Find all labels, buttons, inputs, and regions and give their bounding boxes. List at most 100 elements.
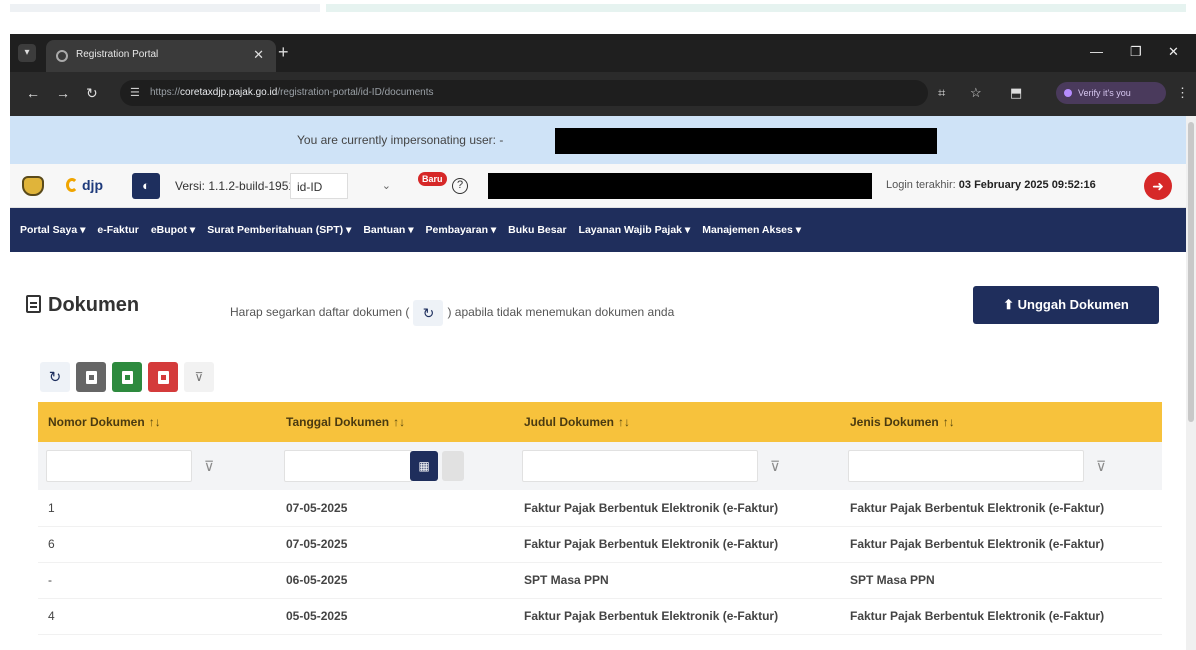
column-header-tanggal[interactable]: Tanggal Dokumen ↑↓ — [276, 402, 514, 442]
site-info-icon[interactable]: ☰ — [130, 86, 140, 99]
nav-item-ebupot[interactable]: eBupot ▾ — [151, 224, 195, 236]
table-row[interactable]: 6 07-05-2025 Faktur Pajak Berbentuk Elek… — [38, 526, 1162, 563]
cell-tanggal: 07-05-2025 — [276, 526, 514, 563]
impersonation-banner: You are currently impersonating user: - — [10, 116, 1186, 164]
filter-input-nomor[interactable] — [46, 450, 192, 482]
tab-favicon-icon — [56, 50, 68, 62]
nav-item-spt[interactable]: Surat Pemberitahuan (SPT) ▾ — [207, 224, 351, 236]
filter-input-judul[interactable] — [522, 450, 758, 482]
sort-icon[interactable]: ↑↓ — [149, 415, 161, 429]
table-row[interactable]: 1 07-05-2025 Faktur Pajak Berbentuk Elek… — [38, 490, 1162, 527]
browser-tab[interactable]: Registration Portal ✕ — [46, 40, 276, 72]
forward-icon[interactable]: → — [56, 85, 70, 101]
filter-icon[interactable]: ⊽ — [770, 458, 780, 475]
sort-icon[interactable]: ↑↓ — [943, 415, 955, 429]
nav-item-bantuan[interactable]: Bantuan ▾ — [363, 224, 413, 236]
cell-judul: Faktur Pajak Berbentuk Elektronik (e-Fak… — [514, 598, 840, 635]
garuda-emblem-icon — [22, 176, 44, 196]
export-pdf-button[interactable] — [148, 362, 178, 392]
profile-chip[interactable]: Verify it's you — [1056, 82, 1166, 104]
cell-nomor: 4 — [38, 598, 276, 635]
page-scrollbar[interactable] — [1186, 116, 1196, 650]
extensions-icon[interactable]: ⬒ — [1010, 85, 1022, 101]
nav-item-pembayaran[interactable]: Pembayaran ▾ — [426, 224, 497, 236]
window-close-icon[interactable]: ✕ — [1168, 44, 1179, 60]
help-icon[interactable]: ? — [452, 178, 468, 194]
table-toolbar: ↻ ⊽ — [40, 362, 214, 392]
date-clear-button[interactable] — [442, 451, 464, 481]
tab-title: Registration Portal — [76, 49, 159, 60]
cell-tanggal: 05-05-2025 — [276, 598, 514, 635]
column-header-nomor[interactable]: Nomor Dokumen ↑↓ — [38, 402, 276, 442]
upload-document-button[interactable]: ⬆ Unggah Dokumen — [973, 286, 1159, 324]
nav-item-buku-besar[interactable]: Buku Besar — [508, 224, 566, 236]
language-value: id-ID — [297, 180, 323, 194]
pdf-file-icon — [157, 370, 169, 384]
sort-icon[interactable]: ↑↓ — [618, 415, 630, 429]
table-row[interactable]: 4 05-05-2025 Faktur Pajak Berbentuk Elek… — [38, 598, 1162, 635]
excel-file-icon — [121, 370, 133, 384]
cell-jenis: SPT Masa PPN — [840, 562, 1162, 599]
cell-nomor: 1 — [38, 490, 276, 527]
impersonation-text: You are currently impersonating user: - — [297, 133, 504, 147]
column-header-judul[interactable]: Judul Dokumen ↑↓ — [514, 402, 840, 442]
refresh-icon[interactable]: ↻ — [413, 300, 444, 326]
file-icon — [85, 370, 97, 384]
filter-row: ⊽ ▦ ⊽ ⊽ — [38, 442, 1162, 490]
browser-tab-strip: ▾ Registration Portal ✕ + — ❐ ✕ — [10, 34, 1196, 72]
clear-filter-button[interactable]: ⊽ — [184, 362, 214, 392]
cell-nomor: - — [38, 562, 276, 599]
cell-jenis: Faktur Pajak Berbentuk Elektronik (e-Fak… — [840, 598, 1162, 635]
logout-icon[interactable]: ➜ — [1144, 172, 1172, 200]
main-navigation: Portal Saya ▾ e-Faktur eBupot ▾ Surat Pe… — [10, 208, 1186, 252]
scrollbar-thumb[interactable] — [1188, 122, 1194, 422]
minimize-icon[interactable]: — — [1090, 44, 1103, 59]
export-file-button[interactable] — [76, 362, 106, 392]
filter-icon[interactable]: ⊽ — [1096, 458, 1106, 475]
nav-item-layanan-wajib-pajak[interactable]: Layanan Wajib Pajak ▾ — [579, 224, 691, 236]
filter-icon[interactable]: ⊽ — [204, 458, 214, 475]
cell-judul: Faktur Pajak Berbentuk Elektronik (e-Fak… — [514, 526, 840, 563]
cell-tanggal: 06-05-2025 — [276, 562, 514, 599]
nav-item-manajemen-akses[interactable]: Manajemen Akses ▾ — [702, 224, 801, 236]
filter-input-jenis[interactable] — [848, 450, 1084, 482]
main-content: Dokumen Harap segarkan daftar dokumen (↻… — [10, 252, 1186, 650]
page-title: Dokumen — [26, 294, 139, 317]
language-select[interactable]: id-ID ⌄ — [290, 173, 391, 199]
bookmark-star-icon[interactable]: ☆ — [970, 85, 982, 101]
address-bar[interactable]: ☰ https://coretaxdjp.pajak.go.id/registr… — [120, 80, 928, 106]
new-tab-icon[interactable]: + — [278, 42, 289, 63]
cell-jenis: Faktur Pajak Berbentuk Elektronik (e-Fak… — [840, 490, 1162, 527]
calendar-icon[interactable]: ▦ — [410, 451, 438, 481]
filter-input-tanggal[interactable] — [284, 450, 412, 482]
document-icon — [26, 295, 41, 313]
column-header-jenis[interactable]: Jenis Dokumen ↑↓ — [840, 402, 1162, 442]
top-strip — [0, 0, 1196, 34]
redacted-taxpayer-info — [488, 173, 872, 199]
cell-judul: SPT Masa PPN — [514, 562, 840, 599]
new-badge[interactable]: Baru — [418, 172, 447, 186]
browser-menu-icon[interactable]: ⋮ — [1176, 85, 1189, 101]
cell-judul: Faktur Pajak Berbentuk Elektronik (e-Fak… — [514, 490, 840, 527]
reload-icon[interactable]: ↻ — [86, 85, 98, 102]
cell-jenis: Faktur Pajak Berbentuk Elektronik (e-Fak… — [840, 526, 1162, 563]
tab-close-icon[interactable]: ✕ — [253, 47, 264, 63]
refresh-hint: Harap segarkan daftar dokumen (↻) apabil… — [230, 300, 674, 326]
translate-icon[interactable]: ⌗ — [938, 85, 945, 101]
contrast-toggle-icon[interactable]: ◐ — [132, 173, 160, 199]
top-strip-bar — [10, 4, 320, 12]
nav-item-portal-saya[interactable]: Portal Saya ▾ — [20, 224, 85, 236]
maximize-icon[interactable]: ❐ — [1130, 44, 1142, 60]
sort-icon[interactable]: ↑↓ — [393, 415, 405, 429]
version-text: Versi: 1.1.2-build-1951 — [175, 179, 296, 193]
table-row[interactable]: - 06-05-2025 SPT Masa PPN SPT Masa PPN — [38, 562, 1162, 599]
tab-search-icon[interactable]: ▾ — [18, 44, 36, 62]
refresh-button[interactable]: ↻ — [40, 362, 70, 392]
djp-logo-mark-icon — [66, 178, 78, 192]
redacted-username — [555, 128, 937, 154]
export-excel-button[interactable] — [112, 362, 142, 392]
top-strip-bar — [326, 4, 1186, 12]
back-icon[interactable]: ← — [26, 85, 40, 101]
nav-item-e-faktur[interactable]: e-Faktur — [97, 224, 138, 236]
last-login: Login terakhir: 03 February 2025 09:52:1… — [886, 179, 1096, 191]
